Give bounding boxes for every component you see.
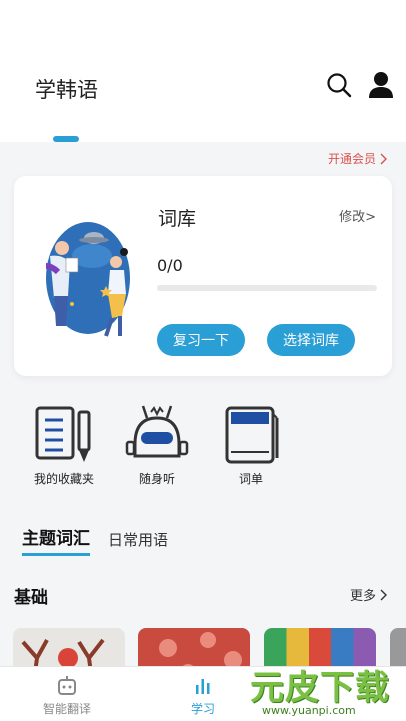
notebook-pencil-icon xyxy=(35,406,91,462)
favorites-label: 我的收藏夹 xyxy=(33,472,94,486)
bar-chart-icon xyxy=(196,679,210,694)
nav-learn-label: 学习 xyxy=(190,702,215,716)
review-button[interactable]: 复习一下 xyxy=(157,324,245,356)
topic-tabs: 主题词汇 日常用语 xyxy=(22,524,168,556)
wordlist-button[interactable]: 词单 xyxy=(206,404,296,487)
page-title: 学韩语 xyxy=(35,78,98,102)
favorites-button[interactable]: 我的收藏夹 xyxy=(19,404,109,487)
chevron-right-icon xyxy=(380,153,387,164)
robot-icon xyxy=(58,676,76,695)
watermark-logo: 元皮下载 www.yuanpi.com xyxy=(246,660,406,721)
section-title: 基础 xyxy=(14,588,48,608)
robot-radio-icon xyxy=(125,405,189,458)
more-link[interactable]: 更多 xyxy=(350,585,388,604)
nav-learn[interactable]: 学习 xyxy=(163,675,243,717)
more-label: 更多 xyxy=(349,589,376,604)
edit-link[interactable]: 修改> xyxy=(339,206,376,225)
wordlist-label: 词单 xyxy=(238,472,263,486)
tab-indicator xyxy=(53,136,79,142)
nav-translate[interactable]: 智能翻译 xyxy=(27,675,107,717)
chevron-right-icon xyxy=(380,589,387,600)
user-profile-icon[interactable] xyxy=(368,71,394,99)
top-bar: 学韩语 xyxy=(0,0,406,142)
nav-translate-label: 智能翻译 xyxy=(42,702,91,716)
vocab-illustration xyxy=(45,222,130,337)
choose-vocab-button[interactable]: 选择词库 xyxy=(267,324,355,356)
vip-link[interactable]: 开通会员 xyxy=(328,150,388,167)
search-icon[interactable] xyxy=(326,72,352,98)
progress-count: 0/0 xyxy=(157,256,183,275)
vip-label: 开通会员 xyxy=(327,152,376,166)
tab-topic-vocab[interactable]: 主题词汇 xyxy=(22,524,90,556)
tab-daily-phrases[interactable]: 日常用语 xyxy=(108,529,168,556)
watermark-url: www.yuanpi.com xyxy=(262,704,356,717)
book-icon xyxy=(225,406,279,464)
watermark-main: 元皮下载 xyxy=(250,668,390,708)
vocab-card: 词库 修改> 0/0 复习一下 选择词库 xyxy=(14,176,392,376)
progress-bar xyxy=(157,285,377,291)
vocab-title: 词库 xyxy=(158,208,197,230)
listen-button[interactable]: 随身听 xyxy=(112,404,202,487)
listen-label: 随身听 xyxy=(138,472,175,486)
